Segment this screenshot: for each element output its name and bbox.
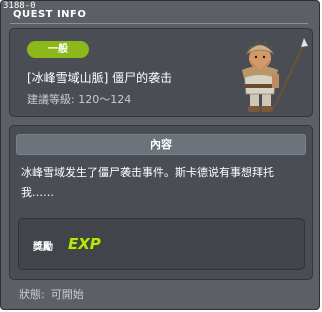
status-label: 狀態: [19, 288, 45, 301]
svg-text:EXP: EXP [68, 235, 101, 253]
title-bar[interactable]: QUEST INFO [10, 9, 308, 24]
status-value: 可開始 [50, 288, 84, 301]
reward-box: 獎勵 EXP [18, 218, 305, 270]
content-section-header: 內容 [16, 134, 306, 155]
quest-header-panel: 一般 [冰峰雪域山脈] 僵尸的袭击 建議等級: 120～124 [9, 28, 313, 117]
window-title: QUEST INFO [13, 9, 87, 20]
level-range: 120～124 [78, 93, 132, 106]
title-divider [10, 23, 308, 24]
quest-status: 狀態: 可開始 [19, 286, 90, 302]
level-label: 建議等級: [27, 93, 75, 106]
quest-type-badge: 一般 [27, 41, 89, 58]
recommended-level: 建議等級: 120～124 [27, 91, 131, 107]
quest-content-panel: 內容 冰峰雪域发生了僵尸袭击事件。斯卡德说有事想拜托我…… 獎勵 EXP [9, 125, 313, 280]
quest-description: 冰峰雪域发生了僵尸袭击事件。斯卡德说有事想拜托我…… [21, 166, 274, 199]
exp-icon[interactable]: EXP [66, 232, 106, 254]
quest-info-window: 3188-0 QUEST INFO 一般 [冰峰雪域山脈] 僵尸的袭击 建議等級… [0, 0, 320, 310]
reward-label: 獎勵 [33, 242, 53, 253]
hunter-npc-icon [242, 37, 309, 112]
quest-name: [冰峰雪域山脈] 僵尸的袭击 [27, 71, 173, 85]
